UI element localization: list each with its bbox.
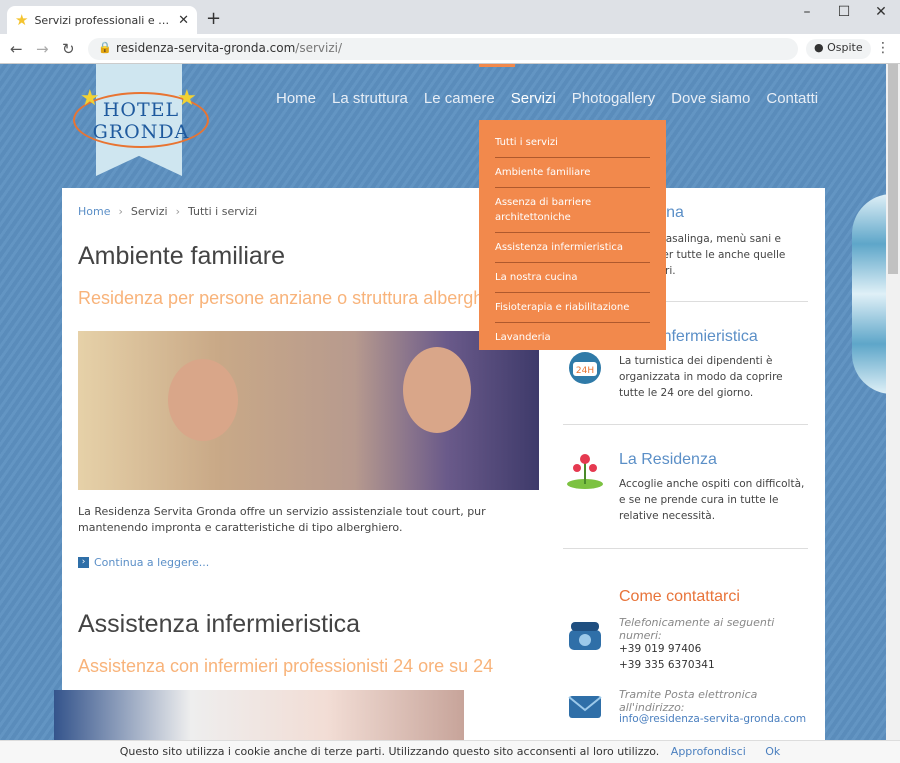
url-input[interactable]: 🔒 residenza-servita-gronda.com/servizi/ [88,38,798,60]
article-photo [54,690,464,740]
nav-la-struttura[interactable]: La struttura [332,90,408,107]
phone-number[interactable]: +39 335 6370341 [619,659,715,671]
tab-title: Servizi professionali e completi c [34,13,172,27]
dropdown-item-la-nostra-cucina[interactable]: La nostra cucina [495,263,650,293]
article-title: Ambiente familiare [78,242,286,270]
servizi-dropdown-menu: Tutti i servizi Ambiente familiare Assen… [479,120,666,350]
close-window-icon[interactable]: ✕ [866,4,896,20]
divider [563,548,808,549]
scrollbar-thumb[interactable] [888,64,898,274]
logo-line2: GRONDA [92,121,190,143]
breadcrumb-servizi[interactable]: Servizi [131,205,168,218]
chevron-right-icon: › [118,205,123,218]
balloon-decoration [852,194,886,394]
dropdown-item-assistenza-infermieristica[interactable]: Assistenza infermieristica [495,233,650,263]
scrollbar[interactable] [886,64,900,740]
photo-face [168,359,238,441]
back-icon[interactable]: ← [10,40,23,58]
browser-tab-strip: ★ Servizi professionali e completi c ✕ +… [0,0,900,34]
nav-dove-siamo[interactable]: Dove siamo [671,90,750,107]
main-navigation: Home La struttura Le camere Servizi Phot… [276,90,834,107]
guest-label: Ospite [827,41,863,54]
star-icon: ★ [177,86,197,111]
article-title: Assistenza infermieristica [78,610,361,638]
website: HOTEL GRONDA ★ ★ Home La struttura Le ca… [0,64,886,740]
read-more-link[interactable]: › Continua a leggere... [78,556,209,569]
nav-le-camere[interactable]: Le camere [424,90,495,107]
sidebar-item-title[interactable]: La Residenza [619,451,717,469]
star-favicon-icon: ★ [15,11,29,29]
nav-contatti[interactable]: Contatti [766,90,818,107]
lock-icon: 🔒 [98,41,112,54]
browser-tab[interactable]: ★ Servizi professionali e completi c ✕ [7,6,197,34]
nurse-24h-icon: 24H [565,348,605,388]
content-panel: Home › Servizi › Tutti i servizi Ambient… [62,188,825,740]
address-bar: ← → ↻ 🔒 residenza-servita-gronda.com/ser… [0,34,900,64]
avatar-icon: ● [814,41,824,54]
nav-home[interactable]: Home [276,90,316,107]
breadcrumb-home[interactable]: Home [78,205,110,218]
dropdown-item-tutti-i-servizi[interactable]: Tutti i servizi [495,128,650,158]
new-tab-icon[interactable]: + [206,8,221,29]
article-text: La Residenza Servita Gronda offre un ser… [78,505,486,534]
flower-icon [565,450,605,490]
telephone-icon [565,616,605,656]
chevron-right-icon: › [175,205,180,218]
minimize-icon[interactable]: – [792,4,822,20]
sidebar-item-text: La turnistica dei dipendenti è organizza… [619,355,783,399]
read-more-label: Continua a leggere... [94,556,210,569]
dropdown-item-lavanderia[interactable]: Lavanderia [495,323,650,352]
url-path: /servizi/ [295,41,343,55]
phone-number[interactable]: +39 019 97406 [619,643,701,655]
email-link[interactable]: info@residenza-servita-gronda.com [619,713,806,725]
phone-label: Telefonicamente ai seguenti numeri: [619,616,775,642]
chevron-right-icon: › [78,557,89,568]
nav-servizi[interactable]: Servizi [511,90,556,107]
active-nav-indicator [479,64,515,67]
breadcrumb-current: Tutti i servizi [187,205,258,218]
profile-button[interactable]: ● Ospite [806,39,871,59]
forward-icon[interactable]: → [36,40,49,58]
divider [563,424,808,425]
cookie-banner: Questo sito utilizza i cookie anche di t… [0,740,900,763]
dropdown-item-assenza-barriere[interactable]: Assenza di barriere architettoniche [495,188,650,233]
maximize-icon[interactable]: ☐ [829,4,859,20]
breadcrumb: Home › Servizi › Tutti i servizi [78,205,257,218]
browser-menu-icon[interactable]: ⋮ [876,40,890,56]
cookie-text: Questo sito utilizza i cookie anche di t… [119,745,660,758]
dropdown-item-fisioterapia[interactable]: Fisioterapia e riabilitazione [495,293,650,323]
contact-title: Come contattarci [619,588,740,605]
star-icon: ★ [80,86,100,111]
url-host: residenza-servita-gronda.com [116,41,296,55]
envelope-icon [565,688,605,728]
article-subtitle: Residenza per persone anziane o struttur… [78,288,524,308]
email-label: Tramite Posta elettronica all'indirizzo: [619,688,758,714]
nav-photogallery[interactable]: Photogallery [572,90,655,107]
close-tab-icon[interactable]: ✕ [178,13,189,28]
photo-face [403,347,471,433]
cookie-ok-button[interactable]: Ok [765,745,780,758]
cookie-more-link[interactable]: Approfondisci [671,745,746,758]
sidebar-item-text: Accoglie anche ospiti con difficoltà, e … [619,478,805,522]
dropdown-item-ambiente-familiare[interactable]: Ambiente familiare [495,158,650,188]
svg-text:24H: 24H [576,366,594,376]
article-subtitle: Assistenza con infermieri professionisti… [78,656,494,676]
article-photo [78,331,539,490]
reload-icon[interactable]: ↻ [62,40,75,58]
